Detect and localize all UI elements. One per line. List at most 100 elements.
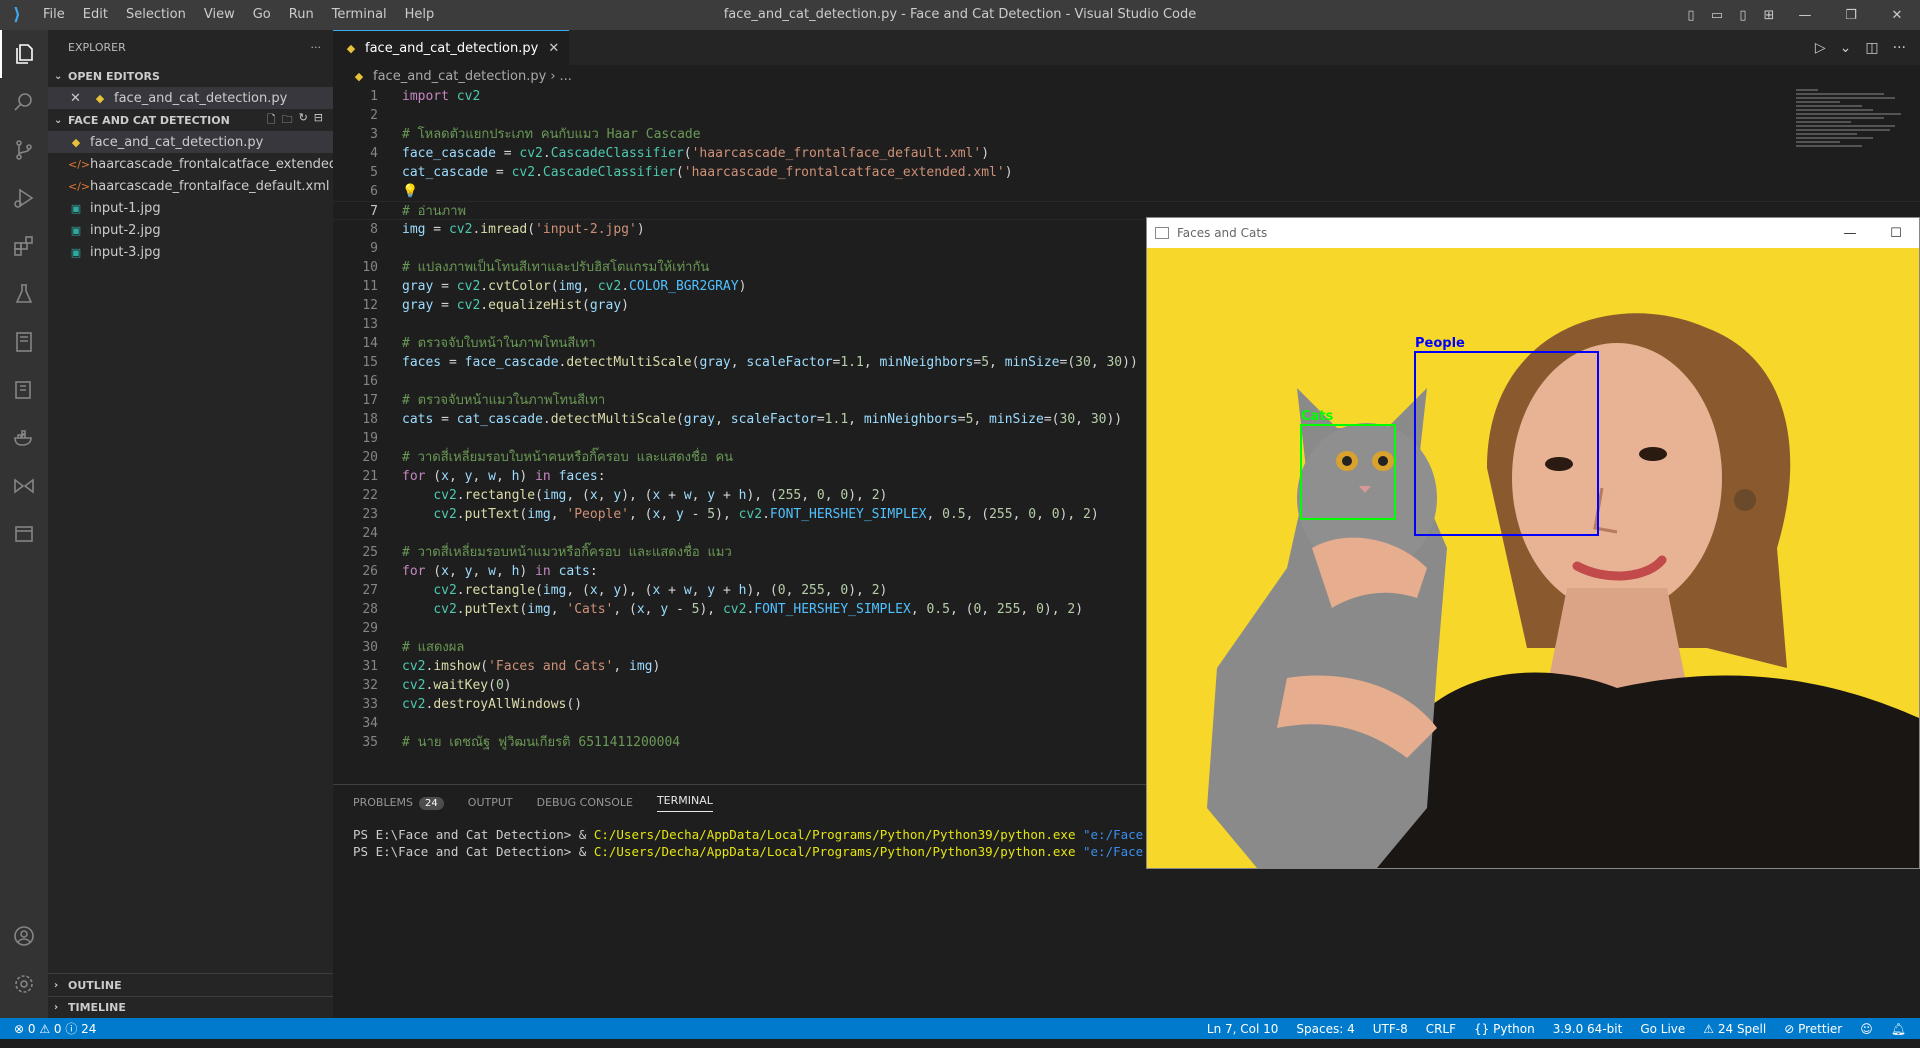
file-item[interactable]: ▣ input-2.jpg	[48, 219, 333, 241]
menu-file[interactable]: File	[34, 0, 74, 30]
tab-debug-console[interactable]: DEBUG CONSOLE	[537, 796, 633, 809]
toggle-secondary-sidebar-icon[interactable]: ▯	[1730, 0, 1756, 30]
chevron-down-icon[interactable]: ⌄	[1840, 40, 1852, 56]
python-interpreter[interactable]: 3.9.0 64-bit	[1553, 1022, 1623, 1036]
testing-icon[interactable]	[0, 270, 48, 318]
line-number: 16	[362, 374, 378, 389]
outline-section[interactable]: › OUTLINE	[48, 974, 333, 996]
more-actions-icon[interactable]: ···	[311, 41, 322, 54]
menu-selection[interactable]: Selection	[117, 0, 195, 30]
remote-explorer-icon[interactable]	[0, 366, 48, 414]
indentation-status[interactable]: Spaces: 4	[1296, 1022, 1354, 1036]
minimize-window-icon[interactable]: —	[1782, 0, 1828, 30]
code-line: img = cv2.imread('input-2.jpg')	[402, 222, 645, 237]
timeline-view-icon[interactable]	[0, 510, 48, 558]
line-number: 7	[370, 204, 378, 219]
menu-view[interactable]: View	[195, 0, 244, 30]
file-item[interactable]: ▣ input-1.jpg	[48, 197, 333, 219]
close-tab-icon[interactable]: ✕	[548, 41, 559, 56]
menu-bar: File Edit Selection View Go Run Terminal…	[34, 0, 443, 30]
tab-face-and-cat-detection[interactable]: ◆ face_and_cat_detection.py ✕	[333, 30, 570, 65]
code-line: cv2.rectangle(img, (x, y), (x + w, y + h…	[433, 488, 888, 503]
breadcrumb-file[interactable]: face_and_cat_detection.py	[373, 69, 546, 84]
opencv-window-title: Faces and Cats	[1177, 226, 1268, 240]
line-number: 33	[362, 697, 378, 712]
new-file-icon[interactable]: 🗋	[267, 111, 276, 130]
close-window-icon[interactable]: ✕	[1874, 0, 1920, 30]
file-item[interactable]: </> haarcascade_frontalface_default.xml	[48, 175, 333, 197]
source-control-icon[interactable]	[0, 126, 48, 174]
line-number: 9	[370, 241, 378, 256]
image-file-icon: ▣	[70, 245, 82, 259]
tab-bar: ◆ face_and_cat_detection.py ✕ ▷ ⌄ ◫ ···	[333, 30, 1920, 65]
opencv-window[interactable]: Faces and Cats — ☐ People Cats	[1146, 217, 1920, 869]
tab-output[interactable]: OUTPUT	[468, 796, 513, 809]
close-icon[interactable]: ✕	[70, 91, 86, 106]
open-editor-item[interactable]: ✕ ◆ face_and_cat_detection.py	[48, 87, 333, 109]
folder-section[interactable]: ⌄ FACE AND CAT DETECTION 🗋 🗀 ↻ ⊟	[48, 109, 333, 131]
explorer-icon[interactable]	[0, 30, 48, 78]
notebook-icon[interactable]	[0, 318, 48, 366]
collapse-all-icon[interactable]: ⊟	[314, 111, 323, 130]
extensions-icon[interactable]	[0, 222, 48, 270]
split-editor-icon[interactable]: ◫	[1865, 40, 1878, 56]
file-item[interactable]: ▣ input-3.jpg	[48, 241, 333, 263]
detection-image-svg: People Cats	[1147, 248, 1919, 868]
code-line: faces = face_cascade.detectMultiScale(gr…	[402, 355, 1138, 370]
minimap[interactable]	[1796, 87, 1906, 217]
notifications-bell-icon[interactable]: 🔔︎	[1891, 1022, 1906, 1036]
new-folder-icon[interactable]: 🗀	[282, 111, 293, 130]
toggle-sidebar-icon[interactable]: ▯	[1678, 0, 1704, 30]
menu-edit[interactable]: Edit	[74, 0, 117, 30]
menu-terminal[interactable]: Terminal	[323, 0, 396, 30]
code-line: for (x, y, w, h) in cats:	[402, 564, 598, 579]
opencv-window-titlebar[interactable]: Faces and Cats — ☐	[1147, 218, 1919, 248]
run-debug-icon[interactable]	[0, 174, 48, 222]
live-share-icon[interactable]	[0, 462, 48, 510]
encoding-status[interactable]: UTF-8	[1373, 1022, 1408, 1036]
prettier-status[interactable]: ⊘ Prettier	[1784, 1022, 1842, 1036]
code-line: cv2.rectangle(img, (x, y), (x + w, y + h…	[433, 583, 888, 598]
code-line: cats = cat_cascade.detectMultiScale(gray…	[402, 412, 1123, 427]
refresh-icon[interactable]: ↻	[299, 111, 308, 130]
language-mode[interactable]: {} Python	[1474, 1022, 1535, 1036]
restore-window-icon[interactable]: ❐	[1828, 0, 1874, 30]
open-editors-section[interactable]: ⌄ OPEN EDITORS	[48, 65, 333, 87]
xml-file-icon: </>	[68, 179, 91, 193]
tab-terminal[interactable]: TERMINAL	[656, 794, 713, 812]
code-line: cv2.putText(img, 'People', (x, y - 5), c…	[433, 507, 1099, 522]
python-file-icon: ◆	[95, 91, 105, 105]
minimize-window-icon[interactable]: —	[1827, 226, 1873, 241]
code-line: # วาดสี่เหลี่ยมรอบหน้าแมวหรือกิ๊ครอบ และ…	[402, 545, 732, 560]
file-item[interactable]: </> haarcascade_frontalcatface_extended.…	[48, 153, 333, 175]
menu-run[interactable]: Run	[280, 0, 323, 30]
chevron-down-icon: ⌄	[54, 114, 63, 126]
chevron-right-icon: ›	[550, 68, 556, 84]
go-live-button[interactable]: Go Live	[1640, 1022, 1685, 1036]
menu-go[interactable]: Go	[244, 0, 280, 30]
line-number: 26	[362, 564, 378, 579]
timeline-section[interactable]: › TIMELINE	[48, 996, 333, 1018]
file-item[interactable]: ◆ face_and_cat_detection.py	[48, 131, 333, 153]
feedback-icon[interactable]: ☺	[1860, 1022, 1873, 1036]
docker-icon[interactable]	[0, 414, 48, 462]
more-actions-icon[interactable]: ···	[1893, 40, 1906, 56]
toggle-panel-icon[interactable]: ▭	[1704, 0, 1730, 30]
spell-check-status[interactable]: ⚠ 24 Spell	[1703, 1022, 1766, 1036]
cursor-position[interactable]: Ln 7, Col 10	[1207, 1022, 1279, 1036]
settings-gear-icon[interactable]	[0, 960, 48, 1008]
menu-help[interactable]: Help	[396, 0, 444, 30]
customize-layout-icon[interactable]: ⊞	[1756, 0, 1782, 30]
code-line: # ตรวจจับหน้าแมวในภาพโทนสีเทา	[402, 393, 606, 408]
tab-problems[interactable]: PROBLEMS 24	[353, 796, 444, 810]
run-python-file-icon[interactable]: ▷	[1815, 40, 1826, 56]
account-icon[interactable]	[0, 912, 48, 960]
maximize-window-icon[interactable]: ☐	[1873, 226, 1919, 241]
search-icon[interactable]	[0, 78, 48, 126]
code-line: # แสดงผล	[402, 640, 465, 655]
code-line: import cv2	[402, 89, 481, 104]
problems-status[interactable]: ⊗ 0 ⚠ 0 ⓘ 24	[14, 1020, 96, 1037]
line-ending-status[interactable]: CRLF	[1426, 1022, 1456, 1036]
breadcrumb-symbol[interactable]: ...	[560, 69, 572, 84]
line-number: 31	[362, 659, 378, 674]
